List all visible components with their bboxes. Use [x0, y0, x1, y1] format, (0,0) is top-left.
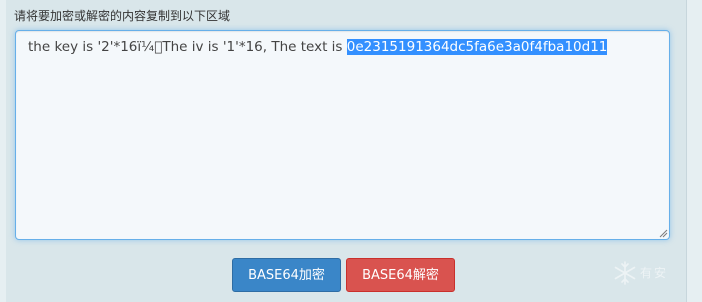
right-scroll-strip [686, 0, 702, 302]
snowflake-icon [614, 261, 636, 285]
base64-decode-button[interactable]: BASE64解密 [346, 258, 455, 292]
page: 请将要加密或解密的内容复制到以下区域 the key is '2'*16ï¼ T… [0, 0, 702, 302]
textarea-plain-text: the key is '2'*16ï¼ The iv is '1'*16, Th… [28, 39, 347, 55]
resize-handle-icon[interactable] [659, 229, 668, 238]
watermark: 有安 [612, 258, 682, 288]
selected-text-highlight: 0e2315191364dc5fa6e3a0f4fba10d11 [346, 39, 608, 55]
watermark-text: 有安 [640, 266, 669, 280]
input-instruction-label: 请将要加密或解密的内容复制到以下区域 [14, 9, 231, 23]
textarea-text: the key is '2'*16ï¼ The iv is '1'*16, Th… [28, 38, 608, 56]
left-edge [0, 0, 6, 302]
base64-encode-button[interactable]: BASE64加密 [232, 258, 341, 292]
content-textarea[interactable]: the key is '2'*16ï¼ The iv is '1'*16, Th… [15, 30, 670, 240]
